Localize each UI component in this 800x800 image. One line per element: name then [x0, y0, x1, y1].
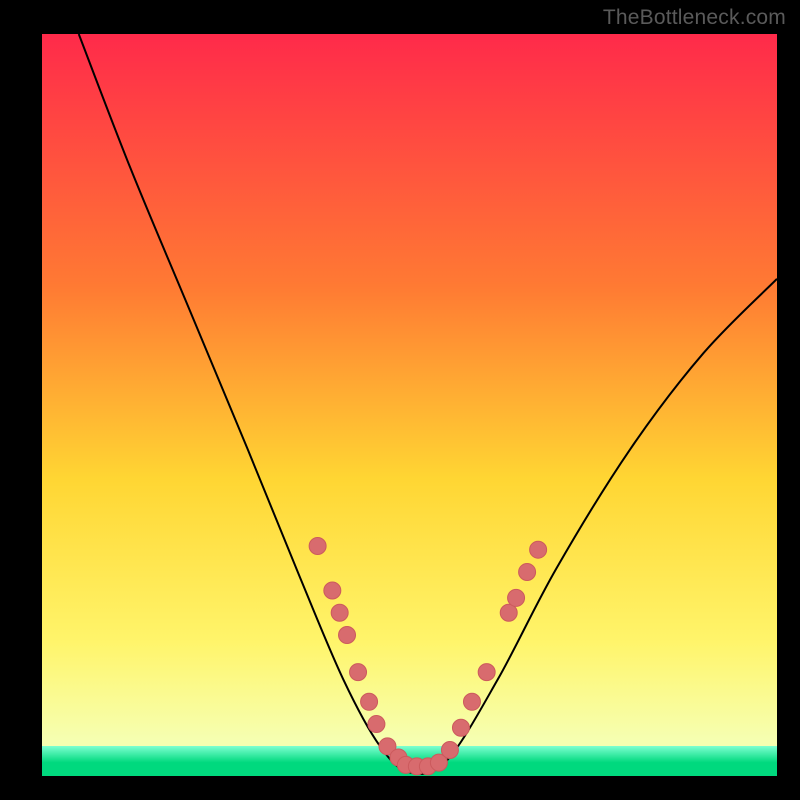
- data-point: [463, 693, 480, 710]
- data-point: [309, 537, 326, 554]
- data-point: [350, 664, 367, 681]
- data-point: [368, 716, 385, 733]
- bottleneck-curve: [79, 34, 777, 774]
- data-point: [478, 664, 495, 681]
- data-point: [508, 589, 525, 606]
- data-point: [331, 604, 348, 621]
- chart-svg: [42, 34, 777, 776]
- data-point: [339, 627, 356, 644]
- data-point: [441, 742, 458, 759]
- data-point: [452, 719, 469, 736]
- watermark-text: TheBottleneck.com: [603, 6, 786, 30]
- data-point: [530, 541, 547, 558]
- data-point: [361, 693, 378, 710]
- data-point: [519, 563, 536, 580]
- chart-frame: TheBottleneck.com: [0, 0, 800, 800]
- plot-area: [42, 34, 777, 776]
- data-point: [324, 582, 341, 599]
